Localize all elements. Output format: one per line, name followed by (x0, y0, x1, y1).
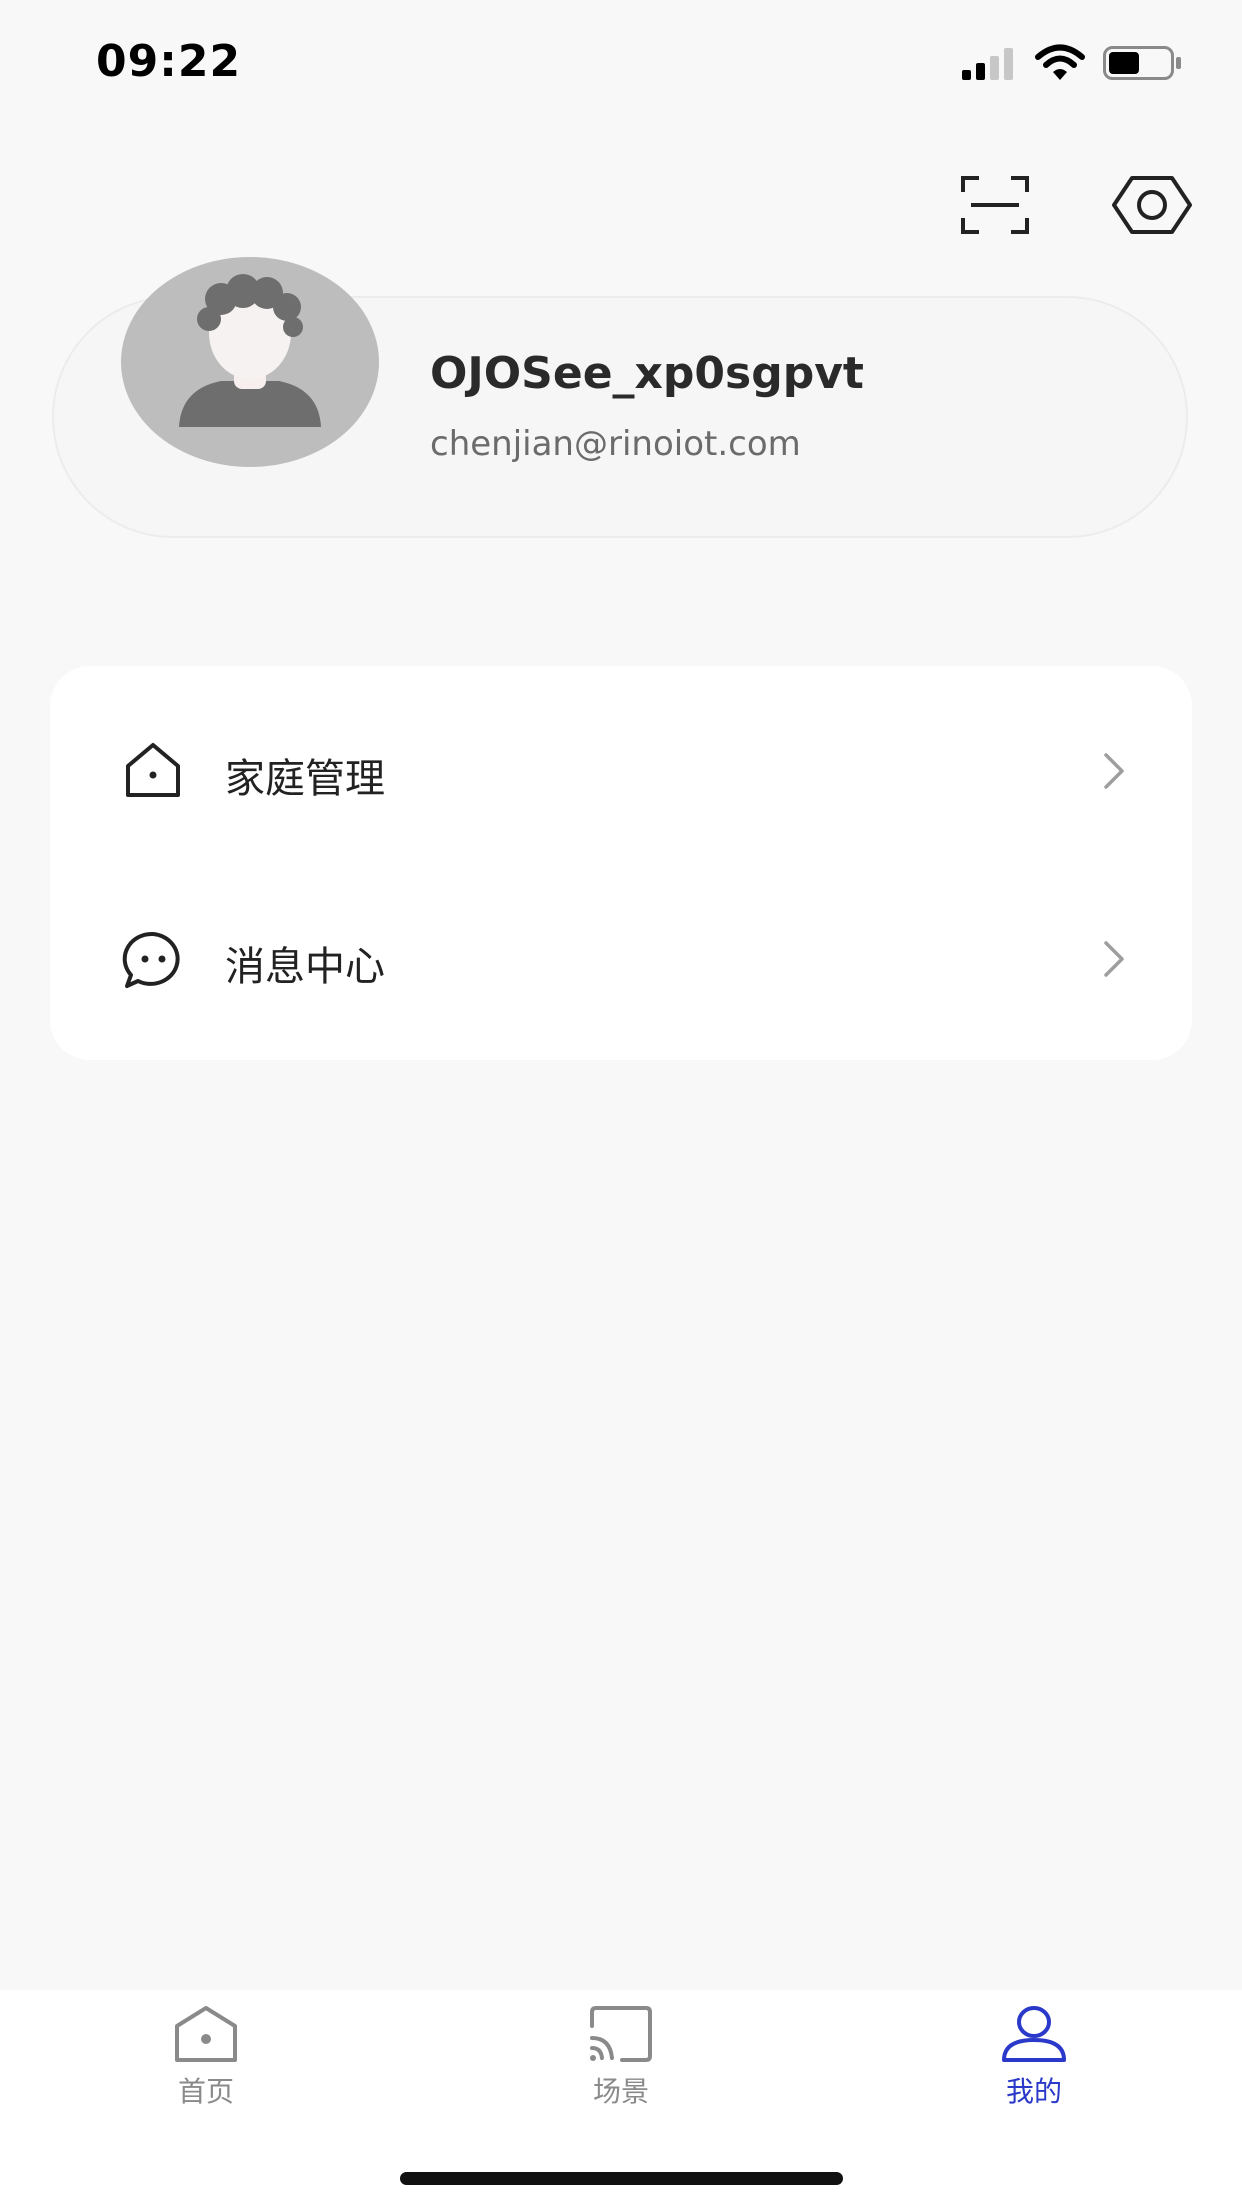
battery-icon (1103, 46, 1181, 80)
home-icon (126, 743, 180, 797)
status-bar: 09:22 (0, 0, 1242, 130)
chat-icon (122, 931, 180, 988)
tab-label: 我的 (1005, 2075, 1062, 2108)
default-avatar-icon (179, 274, 321, 427)
wifi-icon (1035, 44, 1085, 80)
cellular-signal-icon (962, 48, 1013, 80)
menu-item-label: 消息中心 (225, 944, 385, 990)
cast-screen-icon (590, 2006, 652, 2062)
avatar[interactable] (121, 257, 379, 467)
tab-scene[interactable]: 场景 (521, 2004, 721, 2134)
menu-item-home-management[interactable]: 家庭管理 (0, 696, 1142, 846)
status-time: 09:22 (96, 36, 242, 87)
scan-icon (961, 176, 1029, 234)
tab-label: 首页 (177, 2075, 234, 2108)
chevron-right-icon (1104, 753, 1124, 789)
profile-email: chenjian@rinoiot.com (430, 424, 801, 464)
scan-button[interactable] (955, 170, 1035, 240)
tab-mine[interactable]: 我的 (934, 2004, 1134, 2134)
profile-name: OJOSee_xp0sgpvt (430, 348, 864, 399)
settings-button[interactable] (1110, 165, 1194, 245)
tab-home[interactable]: 首页 (106, 2004, 306, 2134)
tab-label: 场景 (592, 2075, 649, 2108)
menu-item-label: 家庭管理 (225, 756, 385, 802)
chevron-right-icon (1104, 941, 1124, 977)
menu-item-message-center[interactable]: 消息中心 (0, 884, 1142, 1034)
gear-icon (1112, 176, 1192, 234)
user-icon (1002, 2006, 1066, 2062)
home-tab-icon (175, 2006, 237, 2062)
home-indicator (400, 2172, 843, 2185)
